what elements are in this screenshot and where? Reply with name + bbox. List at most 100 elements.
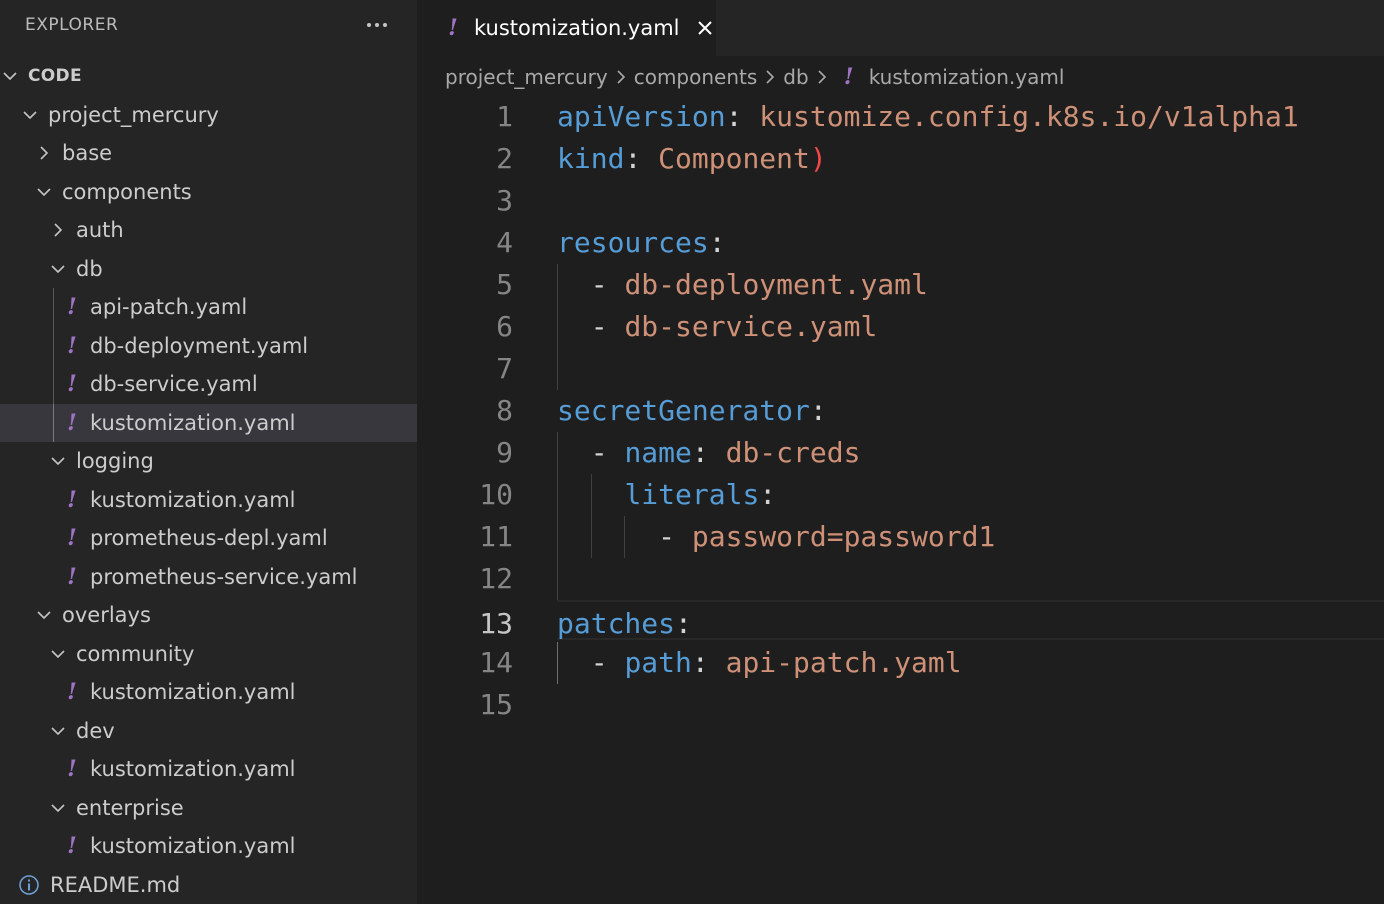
tree-folder-logging[interactable]: logging [0,442,417,481]
code-line[interactable]: 1 apiVersion: kustomize.config.k8s.io/v1a… [417,96,1384,138]
tree-item-label: enterprise [76,795,184,820]
tree-folder-dev[interactable]: dev [0,712,417,751]
punctuation: : [759,478,777,511]
punctuation: : [691,436,726,469]
yaml-key: patches [557,607,676,640]
code-line[interactable]: 5 - db-deployment.yaml [417,264,1384,306]
tree-item-label: components [62,179,192,204]
tree-item-label: auth [76,218,124,243]
tab-label: kustomization.yaml [474,16,680,40]
tree-item-label: prometheus-service.yaml [90,564,358,589]
error-bracket: ) [809,142,827,175]
line-number: 12 [479,562,513,595]
punctuation: : [725,100,760,133]
tree-item-label: kustomization.yaml [90,680,296,705]
yaml-value: db-service.yaml [624,310,878,343]
code-line[interactable]: 10 literals: [417,474,1384,516]
tree-file-db-service-yaml[interactable]: ! db-service.yaml [0,365,417,404]
yaml-file-icon: ! [67,371,77,398]
yaml-key: secretGenerator [557,394,810,427]
tree-folder-project-mercury[interactable]: project_mercury [0,96,417,135]
yaml-file-icon: ! [67,486,77,513]
tree-folder-db[interactable]: db [0,250,417,289]
code-line[interactable]: 11 - password=password1 [417,516,1384,558]
tree-folder-base[interactable]: base [0,134,417,173]
line-number: 15 [479,688,513,721]
tree-folder-enterprise[interactable]: enterprise [0,789,417,828]
chevron-right-icon [815,70,829,84]
code-content: - password=password1 [557,516,995,558]
tree-folder-overlays[interactable]: overlays [0,596,417,635]
line-number: 14 [479,646,513,679]
yaml-key: name [624,436,692,469]
line-number: 10 [479,478,513,511]
tree-item-label: overlays [62,603,151,628]
code-line[interactable]: 2 kind: Component) [417,138,1384,180]
code-line[interactable]: 12 [417,558,1384,600]
yaml-file-icon: ! [67,525,77,552]
breadcrumb-item-components[interactable]: components [634,65,758,89]
close-icon[interactable] [694,17,716,39]
breadcrumb-item-db[interactable]: db [783,65,808,89]
code-line[interactable]: 4 resources: [417,222,1384,264]
code-editor[interactable]: 1 apiVersion: kustomize.config.k8s.io/v1a… [417,96,1384,904]
code-line[interactable]: 9 - name: db-creds [417,432,1384,474]
tree-file-kustomization-yaml[interactable]: ! kustomization.yaml [0,673,417,712]
tree-file-kustomization-yaml[interactable]: ! kustomization.yaml [0,750,417,789]
code-line[interactable]: 14 - path: api-patch.yaml [417,642,1384,684]
tree-item-label: README.md [50,872,181,897]
more-actions-button[interactable] [362,10,392,40]
section-header-code[interactable]: CODE [0,57,417,96]
code-line[interactable]: 7 [417,348,1384,390]
punctuation: : [708,226,726,259]
code-line[interactable]: 8 secretGenerator: [417,390,1384,432]
yaml-key: resources [557,226,709,259]
tree-file-db-deployment-yaml[interactable]: ! db-deployment.yaml [0,327,417,366]
line-number: 8 [496,394,513,427]
code-line[interactable]: 13 patches: [417,603,1384,645]
yaml-value: api-patch.yaml [725,646,962,679]
tree-folder-components[interactable]: components [0,173,417,212]
tree-file-prometheus-depl-yaml[interactable]: ! prometheus-depl.yaml [0,519,417,558]
chevron-down-icon [50,453,66,469]
chevron-down-icon [36,184,52,200]
yaml-key: literals [624,478,760,511]
tree-file-kustomization-yaml[interactable]: ! kustomization.yaml [0,403,417,442]
code-line[interactable]: 6 - db-service.yaml [417,306,1384,348]
tree-file-readme-md[interactable]: README.md [0,866,417,904]
line-number: 7 [496,352,513,385]
yaml-key: path [624,646,692,679]
tree-file-api-patch-yaml[interactable]: ! api-patch.yaml [0,288,417,327]
line-number: 6 [496,310,513,343]
breadcrumb-item-kustomization-yaml[interactable]: kustomization.yaml [869,65,1065,89]
yaml-file-icon: ! [67,563,77,590]
tree-file-kustomization-yaml[interactable]: ! kustomization.yaml [0,827,417,866]
breadcrumb-item-project-mercury[interactable]: project_mercury [445,65,608,89]
more-actions-icon [367,23,371,27]
chevron-down-icon [22,107,38,123]
chevron-down-icon [2,68,18,84]
tree-indent-guide [53,403,54,442]
code-line[interactable]: 3 [417,180,1384,222]
tree-folder-auth[interactable]: auth [0,211,417,250]
code-content: resources: [557,222,726,264]
tree-file-kustomization-yaml[interactable]: ! kustomization.yaml [0,481,417,520]
tree-item-label: logging [76,449,154,474]
yaml-key: apiVersion [557,100,726,133]
punctuation: - [557,436,625,469]
tree-file-prometheus-service-yaml[interactable]: ! prometheus-service.yaml [0,558,417,597]
tree-item-label: kustomization.yaml [90,834,296,859]
code-line[interactable]: 15 [417,684,1384,726]
tree-item-label: base [62,141,113,166]
line-number: 9 [496,436,513,469]
indent-guide [624,516,626,558]
tab-kustomization-yaml[interactable]: ! kustomization.yaml [417,0,716,56]
chevron-down-icon [50,646,66,662]
yaml-value: db-creds [725,436,861,469]
tree-item-label: db-deployment.yaml [90,333,309,358]
tab-bar: ! kustomization.yaml [417,0,1384,56]
tree-item-label: db [76,256,103,281]
tree-folder-community[interactable]: community [0,635,417,674]
explorer-sidebar: EXPLORER CODE project_mercury base componen… [0,0,417,904]
code-content: - db-deployment.yaml [557,264,928,306]
